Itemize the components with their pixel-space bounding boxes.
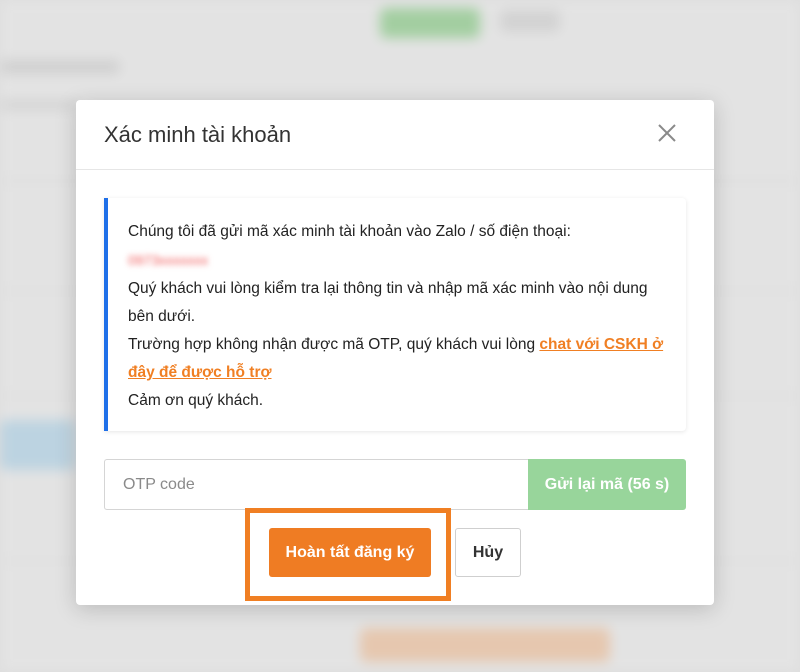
otp-input[interactable]	[104, 459, 528, 510]
cancel-button[interactable]: Hủy	[455, 528, 521, 577]
close-icon[interactable]	[656, 122, 678, 144]
redacted-phone-number: 0973xxxxxxx	[128, 252, 209, 268]
info-line-thanks: Cảm ơn quý khách.	[128, 392, 264, 409]
info-support-prefix: Trường hợp không nhận được mã OTP, quý k…	[128, 336, 540, 353]
info-line-sent: Chúng tôi đã gửi mã xác minh tài khoản v…	[128, 223, 571, 240]
verification-modal: Xác minh tài khoản Chúng tôi đã gửi mã x…	[76, 100, 714, 605]
complete-registration-button[interactable]: Hoàn tất đăng ký	[269, 528, 431, 577]
modal-header: Xác minh tài khoản	[76, 100, 714, 170]
otp-row: Gửi lại mã (56 s)	[104, 459, 686, 510]
info-message-box: Chúng tôi đã gửi mã xác minh tài khoản v…	[104, 198, 686, 431]
resend-code-button[interactable]: Gửi lại mã (56 s)	[528, 459, 686, 510]
modal-title: Xác minh tài khoản	[104, 122, 292, 147]
info-line-support: Trường hợp không nhận được mã OTP, quý k…	[128, 331, 664, 387]
info-line-instructions: Quý khách vui lòng kiểm tra lại thông ti…	[128, 280, 648, 325]
modal-body: Chúng tôi đã gửi mã xác minh tài khoản v…	[104, 198, 686, 431]
